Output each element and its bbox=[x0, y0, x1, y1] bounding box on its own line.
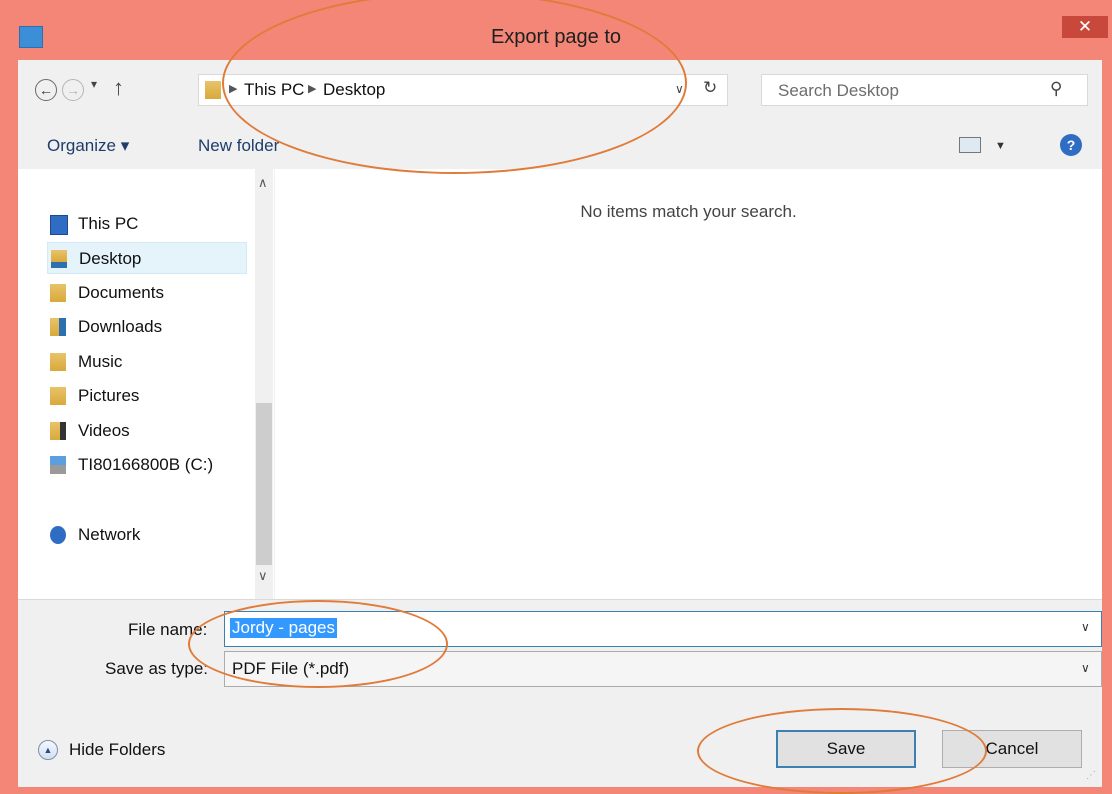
sidebar-item-label: Network bbox=[78, 525, 141, 544]
up-arrow-icon[interactable]: ↑ bbox=[113, 75, 124, 101]
network-icon bbox=[50, 526, 66, 544]
address-bar[interactable]: ▶ This PC ▶ Desktop ∨ ↻ bbox=[198, 74, 728, 106]
search-placeholder: Search Desktop bbox=[778, 81, 899, 100]
navigation-bar: ← → ▾ ↑ ▶ This PC ▶ Desktop ∨ ↻ Search D… bbox=[18, 60, 1102, 122]
file-name-value[interactable]: Jordy - pages bbox=[230, 618, 337, 638]
sidebar-item-documents[interactable]: Documents bbox=[47, 277, 247, 309]
breadcrumb-separator-icon: ▶ bbox=[229, 83, 238, 95]
sidebar-item-pictures[interactable]: Pictures bbox=[47, 380, 247, 412]
desktop-folder-icon bbox=[205, 81, 221, 99]
drive-icon bbox=[50, 456, 66, 474]
save-as-type-value: PDF File (*.pdf) bbox=[232, 659, 350, 678]
sidebar-item-label: Downloads bbox=[78, 317, 163, 336]
sidebar-item-label: Videos bbox=[78, 421, 130, 440]
forward-button[interactable]: → bbox=[62, 79, 84, 101]
search-input[interactable]: Search Desktop ⚲ bbox=[761, 74, 1088, 106]
navigation-pane-scrollbar[interactable]: ∧ ∨ bbox=[255, 169, 273, 599]
hide-folders-button[interactable]: Hide Folders bbox=[69, 740, 165, 760]
pictures-folder-icon bbox=[50, 387, 66, 405]
command-bar: Organize ▾ New folder ▼ ? bbox=[18, 122, 1102, 169]
music-folder-icon bbox=[50, 353, 66, 371]
title-bar: Export page to ✕ bbox=[0, 0, 1112, 60]
file-name-dropdown-icon[interactable]: ∨ bbox=[1081, 620, 1090, 634]
window-title: Export page to bbox=[490, 26, 622, 48]
scroll-up-icon[interactable]: ∧ bbox=[258, 175, 268, 191]
sidebar-item-label: TI80166800B (C:) bbox=[78, 455, 214, 474]
sidebar-item-network[interactable]: Network bbox=[47, 519, 247, 551]
sidebar-item-this-pc[interactable]: This PC bbox=[47, 208, 247, 240]
sidebar-item-label: Pictures bbox=[78, 386, 140, 405]
save-as-type-dropdown-icon[interactable]: ∨ bbox=[1081, 661, 1090, 675]
navigation-pane: This PC Desktop Documents Downloads Musi… bbox=[18, 169, 274, 599]
search-icon[interactable]: ⚲ bbox=[1050, 79, 1062, 99]
file-list[interactable]: No items match your search. bbox=[275, 169, 1102, 599]
resize-grip-icon[interactable]: ⋰ bbox=[1086, 770, 1096, 781]
save-options-panel: File name: Jordy - pages ∨ Save as type:… bbox=[18, 599, 1102, 787]
save-button[interactable]: Save bbox=[776, 730, 916, 768]
recent-locations-chevron-icon[interactable]: ▾ bbox=[91, 77, 97, 91]
sidebar-item-music[interactable]: Music bbox=[47, 346, 247, 378]
documents-folder-icon bbox=[50, 284, 66, 302]
sidebar-item-desktop[interactable]: Desktop bbox=[47, 242, 247, 274]
address-dropdown-icon[interactable]: ∨ bbox=[675, 82, 684, 96]
view-dropdown-icon[interactable]: ▼ bbox=[995, 140, 1006, 152]
file-name-label: File name: bbox=[128, 620, 208, 639]
scrollbar-thumb[interactable] bbox=[256, 403, 272, 565]
sidebar-item-label: Desktop bbox=[79, 249, 142, 268]
sidebar-item-local-disk[interactable]: TI80166800B (C:) bbox=[47, 449, 252, 481]
file-name-field[interactable]: Jordy - pages ∨ bbox=[224, 611, 1102, 647]
sidebar-item-downloads[interactable]: Downloads bbox=[47, 311, 247, 343]
help-icon[interactable]: ? bbox=[1060, 134, 1082, 156]
scroll-down-icon[interactable]: ∨ bbox=[258, 568, 268, 584]
hide-folders-icon[interactable]: ▲ bbox=[38, 740, 58, 760]
save-dialog: ← → ▾ ↑ ▶ This PC ▶ Desktop ∨ ↻ Search D… bbox=[18, 60, 1102, 787]
change-view-icon[interactable] bbox=[959, 137, 981, 153]
refresh-icon[interactable]: ↻ bbox=[703, 78, 717, 98]
close-button[interactable]: ✕ bbox=[1062, 16, 1108, 38]
sidebar-item-label: Music bbox=[78, 352, 123, 371]
empty-results-message: No items match your search. bbox=[580, 202, 797, 221]
breadcrumb-separator-icon: ▶ bbox=[308, 83, 317, 95]
computer-icon bbox=[50, 215, 68, 235]
sidebar-item-videos[interactable]: Videos bbox=[47, 415, 247, 447]
sidebar-item-label: Documents bbox=[78, 283, 164, 302]
desktop-folder-icon bbox=[51, 250, 67, 268]
save-as-type-label: Save as type: bbox=[105, 659, 209, 678]
downloads-folder-icon bbox=[50, 318, 66, 336]
save-as-type-select[interactable]: PDF File (*.pdf) ∨ bbox=[224, 651, 1102, 687]
organize-button[interactable]: Organize ▾ bbox=[47, 136, 129, 156]
cancel-button[interactable]: Cancel bbox=[942, 730, 1082, 768]
breadcrumb-desktop[interactable]: Desktop bbox=[323, 80, 385, 100]
back-button[interactable]: ← bbox=[35, 79, 57, 101]
new-folder-button[interactable]: New folder bbox=[198, 136, 279, 156]
sidebar-item-label: This PC bbox=[78, 214, 139, 233]
breadcrumb-this-pc[interactable]: This PC bbox=[244, 80, 304, 100]
videos-folder-icon bbox=[50, 422, 66, 440]
